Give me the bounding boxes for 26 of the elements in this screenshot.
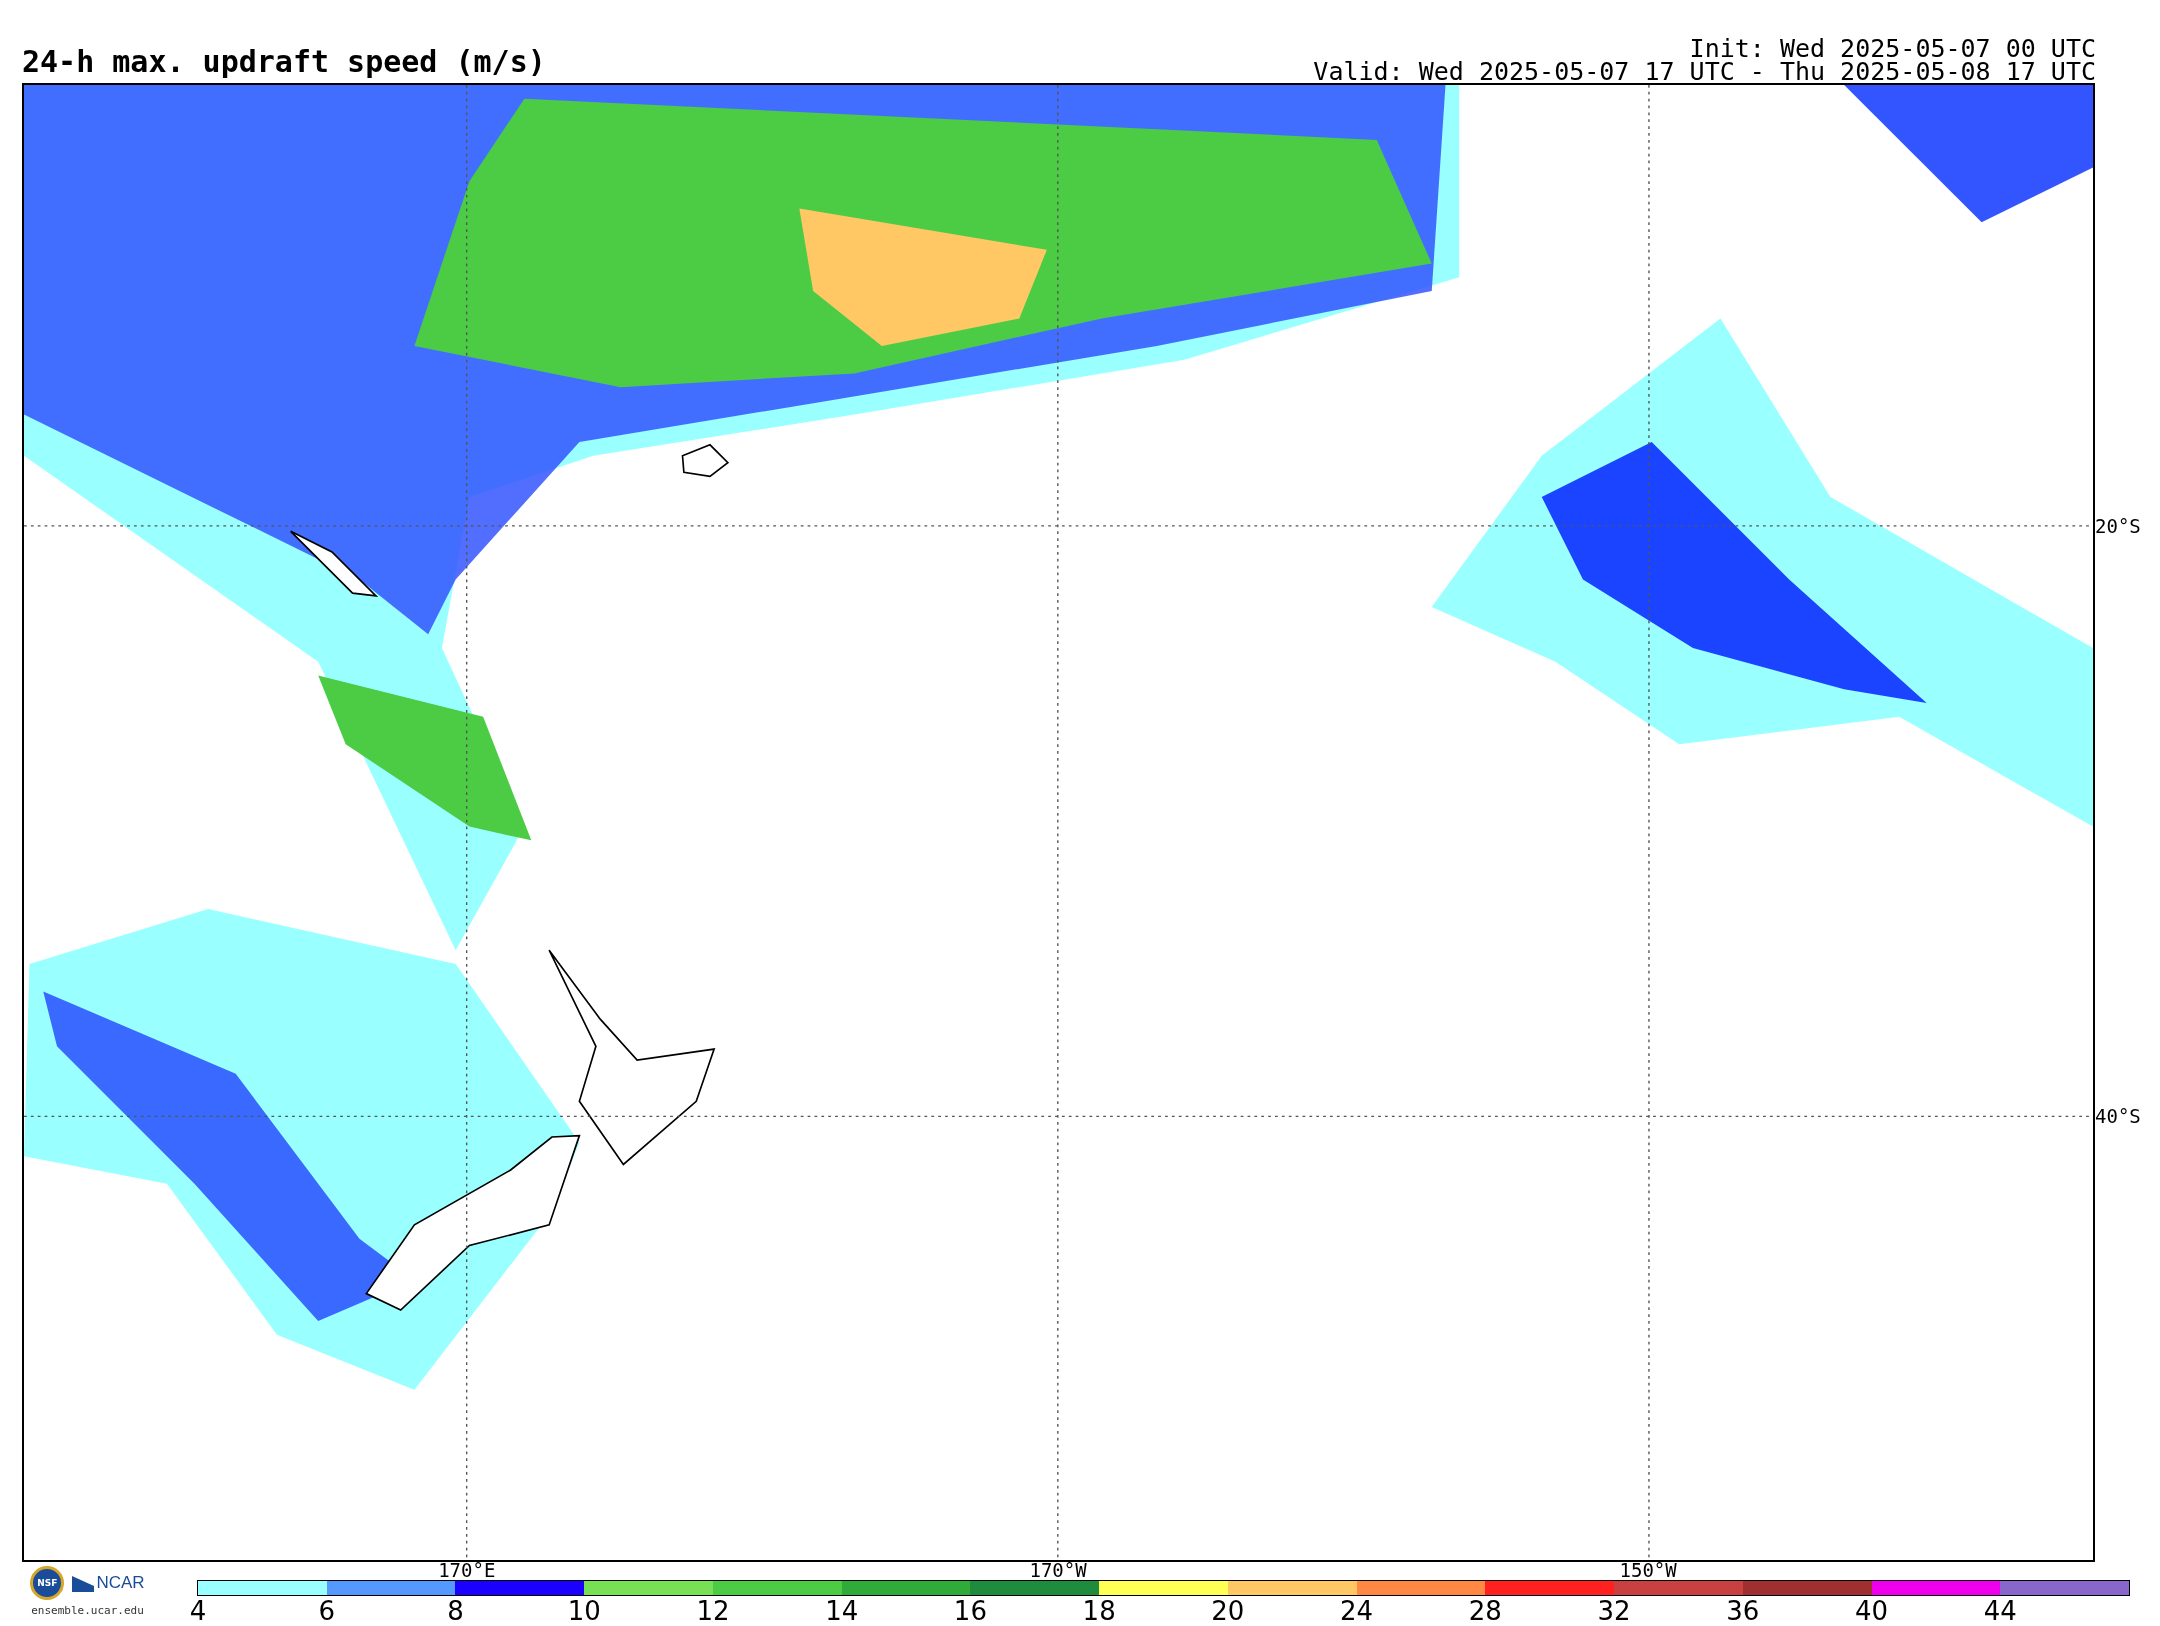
legend-tick-label: 20 — [1211, 1598, 1245, 1624]
legend-tick-label: 32 — [1597, 1598, 1631, 1624]
longitude-label: 150°W — [1619, 1561, 1677, 1580]
chart-title: 24-h max. updraft speed (m/s) — [22, 47, 546, 81]
legend-tick-label: 36 — [1726, 1598, 1760, 1624]
legend-tick-label: 18 — [1082, 1598, 1116, 1624]
init-time: Init: Wed 2025-05-07 00 UTC — [1689, 37, 2096, 60]
legend-tick-label: 14 — [825, 1598, 859, 1624]
valid-time: Valid: Wed 2025-05-07 17 UTC - Thu 2025-05-08 17 UTC — [1313, 60, 2096, 83]
latitude-label: 20°S — [2095, 515, 2141, 537]
longitude-label: 170°W — [1029, 1561, 1087, 1580]
legend-tick-label: 8 — [447, 1598, 464, 1624]
legend-tick-label: 10 — [567, 1598, 601, 1624]
legend-tick-label: 4 — [189, 1598, 207, 1624]
legend-tick-label: 44 — [1983, 1598, 2017, 1624]
legend-tick-label: 28 — [1468, 1598, 1502, 1624]
seal-logo: NSF — [30, 1566, 65, 1600]
legend-tick-label: 6 — [318, 1598, 335, 1624]
legend-tick-label: 16 — [953, 1598, 987, 1624]
latitude-label: 40°S — [2095, 1105, 2141, 1127]
site-url: ensemble.ucar.edu — [31, 1604, 144, 1617]
longitude-label: 170°E — [438, 1561, 496, 1580]
legend-tick-label: 12 — [696, 1598, 730, 1624]
legend-tick-label: 40 — [1855, 1598, 1889, 1624]
org-logo: NCAR — [72, 1573, 145, 1593]
legend-tick-label: 24 — [1340, 1598, 1374, 1624]
